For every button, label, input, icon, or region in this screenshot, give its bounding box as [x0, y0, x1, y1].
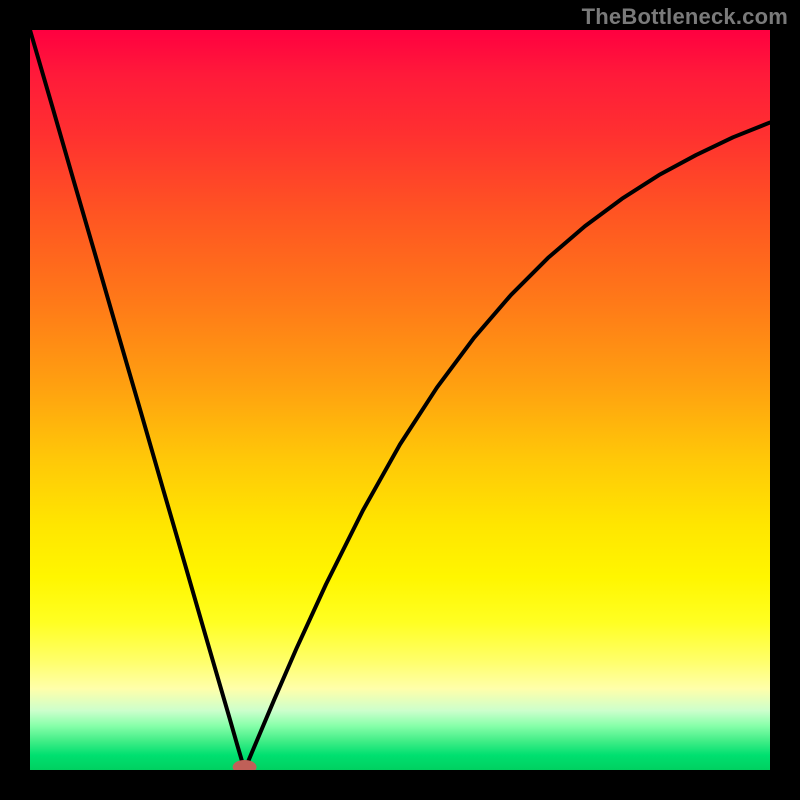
bottleneck-curve	[30, 30, 770, 770]
plot-svg	[30, 30, 770, 770]
chart-frame: TheBottleneck.com	[0, 0, 800, 800]
minimum-marker	[233, 760, 257, 770]
watermark-text: TheBottleneck.com	[582, 4, 788, 30]
